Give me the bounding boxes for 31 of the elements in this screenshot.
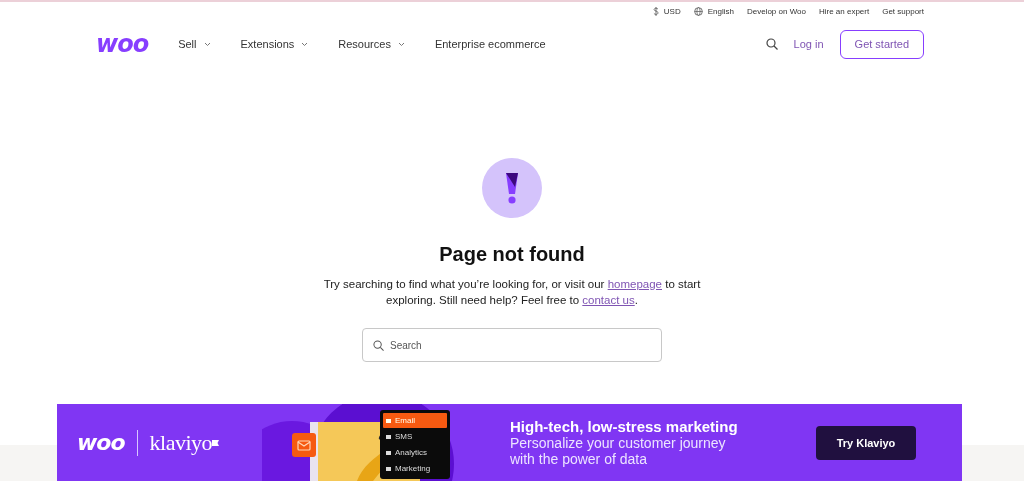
- nav-item[interactable]: Extensions: [240, 38, 309, 50]
- top-link[interactable]: Develop on Woo: [746, 6, 806, 16]
- woo-logo[interactable]: woo: [96, 32, 149, 56]
- try-klaviyo-button[interactable]: Try Klaviyo: [816, 425, 916, 460]
- currency-selector[interactable]: USD: [652, 6, 681, 16]
- page-title: Page not found: [439, 242, 585, 266]
- klaviyo-logo: klaviyo: [149, 429, 213, 456]
- chevron-down-icon: [203, 41, 211, 47]
- exclamation-icon: [482, 158, 542, 218]
- nav-item[interactable]: Resources: [338, 38, 405, 50]
- get-started-button[interactable]: Get started: [839, 29, 924, 59]
- flag-icon: [212, 439, 220, 446]
- globe-icon: [693, 6, 703, 16]
- dollar-icon: [652, 6, 659, 16]
- language-selector[interactable]: English: [693, 6, 734, 16]
- error-message: Try searching to find what you’re looking for, or visit our homepage to start exploring. Still need help? Feel free to contact us.: [322, 277, 702, 308]
- text-link[interactable]: contact us: [582, 294, 635, 306]
- search-icon[interactable]: [765, 38, 778, 50]
- envelope-icon: [292, 433, 316, 457]
- top-link[interactable]: Hire an expert: [818, 6, 870, 16]
- login-link[interactable]: Log in: [793, 38, 824, 50]
- nav-item[interactable]: Sell: [178, 38, 211, 50]
- nav-item[interactable]: Enterprise ecommerce: [434, 38, 546, 50]
- top-link[interactable]: Get support: [882, 6, 924, 16]
- banner-subline: Personalize your customer journey with the power of data: [510, 435, 727, 467]
- chevron-down-icon: [397, 41, 405, 47]
- banner-headline: High-tech, low-stress marketing: [510, 418, 739, 435]
- chevron-down-icon: [301, 41, 309, 47]
- search-field[interactable]: Search: [362, 328, 662, 362]
- woo-logo: woo: [77, 430, 125, 455]
- text-link[interactable]: homepage: [607, 278, 662, 290]
